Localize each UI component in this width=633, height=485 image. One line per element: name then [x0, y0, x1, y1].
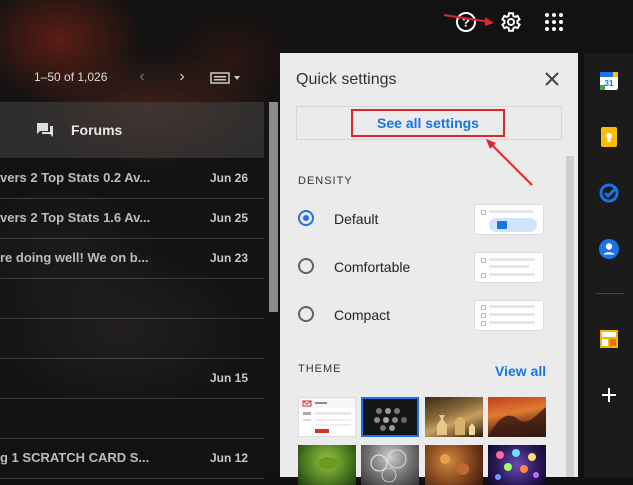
email-row[interactable] — [0, 278, 264, 319]
theme-tile-chess[interactable] — [425, 397, 483, 437]
email-subject: vers 2 Top Stats 1.6 Av... — [0, 210, 151, 225]
email-date: Jun 15 — [210, 371, 249, 385]
density-compact-preview[interactable] — [474, 300, 544, 331]
email-row[interactable] — [0, 398, 264, 439]
email-row[interactable]: vers 2 Top Stats 0.2 Av... Jun 26 — [0, 158, 264, 199]
theme-tile-leaf[interactable] — [298, 445, 356, 485]
email-row[interactable]: re doing well! We on b... Jun 23 — [0, 238, 264, 279]
option-label: Comfortable — [334, 259, 411, 275]
annotation-arrow-to-gear — [443, 14, 494, 26]
radio-selected-icon[interactable] — [298, 210, 314, 226]
email-date: Jun 25 — [210, 211, 249, 225]
view-all-themes-link[interactable]: View all — [495, 363, 546, 379]
close-icon[interactable] — [542, 69, 562, 89]
density-option-comfortable[interactable]: Comfortable — [298, 256, 418, 280]
keyboard-input-icon[interactable] — [210, 72, 242, 87]
mail-toolbar: 1–50 of 1,026 ‹ › — [0, 58, 270, 98]
radio-unselected-icon[interactable] — [298, 258, 314, 274]
theme-tile-default[interactable] — [298, 397, 356, 437]
email-row[interactable]: vers 2 Top Stats 1.6 Av... Jun 25 — [0, 198, 264, 239]
option-label: Compact — [334, 307, 391, 323]
email-row[interactable]: g 1 SCRATCH CARD S... Jun 12 — [0, 438, 264, 479]
addon-icon[interactable] — [598, 328, 620, 350]
quick-settings-panel: Quick settings See all settings DENSITY … — [280, 53, 578, 485]
panel-scrollbar[interactable] — [566, 156, 574, 477]
theme-tile-autumn[interactable] — [425, 445, 483, 485]
email-date: Jun 23 — [210, 251, 249, 265]
theme-tile-canyon[interactable] — [488, 397, 546, 437]
svg-text:31: 31 — [605, 79, 614, 88]
email-date: Jun 12 — [210, 451, 249, 465]
inbox-scrollbar[interactable] — [269, 102, 278, 312]
previous-page-button[interactable]: ‹ — [132, 66, 152, 88]
see-all-settings-button[interactable]: See all settings — [351, 109, 505, 137]
keep-icon[interactable] — [598, 126, 620, 148]
theme-tile-lights[interactable] — [488, 445, 546, 485]
next-page-button[interactable]: › — [172, 66, 192, 88]
pagination-range: 1–50 of 1,026 — [34, 70, 108, 84]
email-subject: re doing well! We on b... — [0, 250, 149, 265]
email-subject: g 1 SCRATCH CARD S... — [0, 450, 150, 465]
density-comfortable-preview[interactable] — [474, 252, 544, 283]
theme-tile-dark-selected[interactable] — [361, 397, 419, 437]
contacts-icon[interactable] — [598, 238, 620, 260]
tasks-icon[interactable] — [598, 182, 620, 204]
add-addon-icon[interactable] — [598, 384, 620, 406]
tab-forums[interactable]: Forums — [0, 102, 264, 158]
apps-grid-icon[interactable] — [541, 9, 567, 35]
email-subject: vers 2 Top Stats 0.2 Av... — [0, 170, 151, 185]
option-label: Default — [334, 211, 379, 227]
forums-icon — [36, 122, 54, 143]
email-date: Jun 26 — [210, 171, 249, 185]
density-heading: DENSITY — [298, 175, 353, 187]
theme-tile-bubbles[interactable] — [361, 445, 419, 485]
annotation-arrow-to-see-all — [486, 139, 533, 186]
density-default-preview[interactable] — [474, 204, 544, 235]
gear-icon[interactable] — [497, 9, 523, 35]
email-row[interactable]: Jun 15 — [0, 358, 264, 399]
density-option-compact[interactable]: Compact — [298, 304, 418, 328]
side-panel — [584, 53, 633, 477]
email-row[interactable] — [0, 318, 264, 359]
calendar-icon[interactable]: 31 — [598, 70, 620, 92]
panel-title: Quick settings — [296, 71, 397, 88]
side-panel-divider — [596, 293, 624, 294]
density-option-default[interactable]: Default — [298, 208, 418, 232]
theme-heading: THEME — [298, 363, 342, 375]
tab-label: Forums — [71, 122, 123, 138]
radio-unselected-icon[interactable] — [298, 306, 314, 322]
